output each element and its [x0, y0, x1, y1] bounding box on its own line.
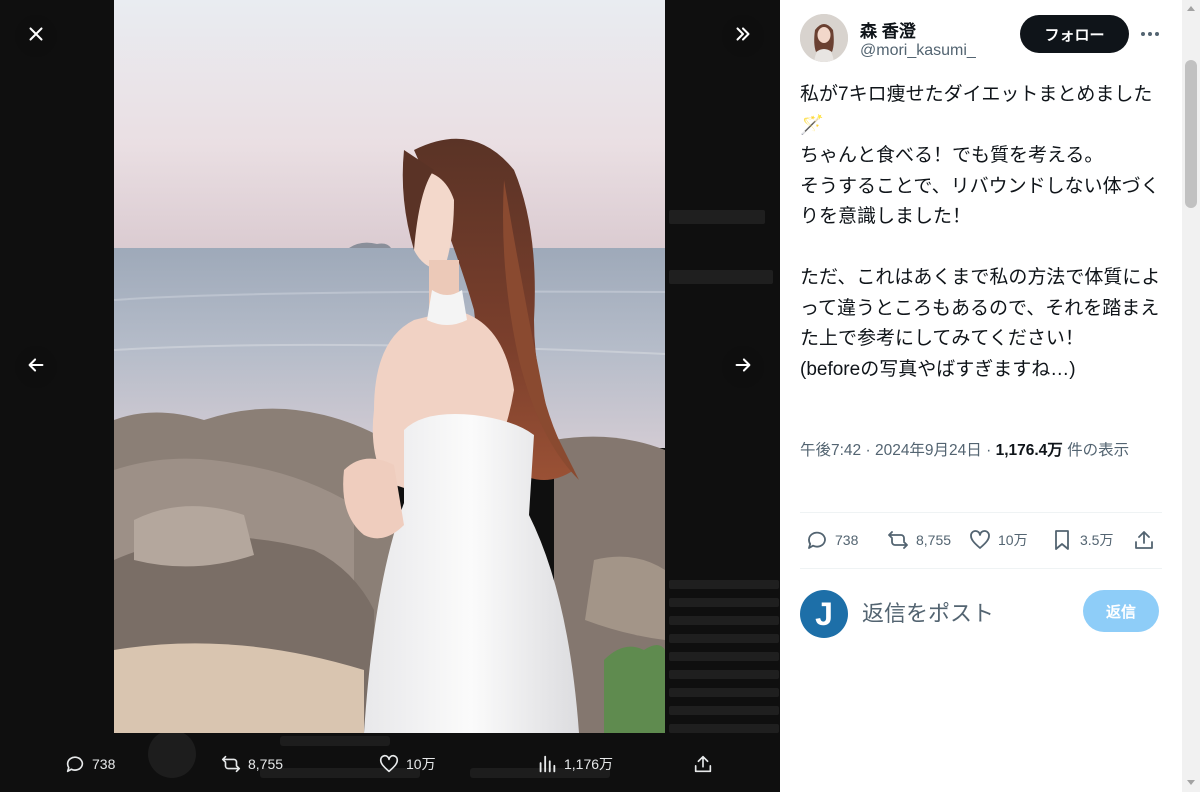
bookmark-button[interactable]: 3.5万: [1050, 526, 1113, 554]
chevron-double-right-icon: [732, 23, 754, 50]
background-tweet-ghost: [665, 180, 780, 740]
next-image-button[interactable]: [722, 346, 764, 388]
divider: [800, 512, 1162, 513]
author-avatar[interactable]: [800, 14, 848, 62]
viewer-reply-button[interactable]: 738: [64, 750, 115, 778]
viewer-action-bar: 738 8,755 10万 1,176万: [0, 742, 780, 786]
tweet-action-bar: 738 8,755 10万 3.5万: [800, 520, 1162, 560]
share-icon: [1135, 531, 1153, 549]
tweet-views-count: 1,176.4万: [995, 442, 1063, 459]
repost-icon: [888, 531, 908, 549]
close-icon: [25, 23, 47, 50]
bookmark-count: 3.5万: [1080, 532, 1114, 548]
author-name[interactable]: 森 香澄: [860, 17, 916, 42]
close-button[interactable]: [15, 15, 57, 57]
repost-icon: [221, 755, 241, 773]
viewer-views-count: 1,176万: [564, 756, 614, 772]
more-dots-icon: [1141, 32, 1159, 36]
viewer-share-button[interactable]: [692, 750, 720, 778]
bookmark-icon: [1055, 530, 1069, 550]
heart-icon: [970, 530, 990, 549]
repost-count: 8,755: [916, 532, 952, 548]
media-viewer: 738 8,755 10万 1,176万: [0, 0, 780, 792]
viewer-like-count: 10万: [406, 756, 436, 772]
like-button[interactable]: 10万: [968, 526, 1028, 554]
previous-image-button[interactable]: [15, 346, 57, 388]
reply-count: 738: [835, 532, 859, 548]
viewer-like-button[interactable]: 10万: [378, 750, 436, 778]
viewer-repost-button[interactable]: 8,755: [220, 750, 283, 778]
share-icon: [694, 755, 712, 773]
reply-input[interactable]: [860, 593, 1084, 635]
reply-button[interactable]: 738: [805, 526, 858, 554]
divider: [800, 568, 1162, 569]
scrollbar-thumb[interactable]: [1185, 60, 1197, 208]
more-options-button[interactable]: [1138, 22, 1162, 46]
views-chart-icon: [539, 755, 556, 773]
scroll-up-arrow-icon[interactable]: [1187, 6, 1195, 11]
tweet-views-label: 件の表示: [1067, 442, 1130, 459]
tweet-text: 私が7キロ痩せたダイエットまとめました🪄 ちゃんと食べる！でも質を考える。 そう…: [800, 84, 1161, 380]
photo-illustration: [114, 0, 665, 733]
toggle-panel-button[interactable]: [722, 15, 764, 57]
heart-icon: [379, 754, 399, 773]
repost-button[interactable]: 8,755: [886, 526, 951, 554]
viewer-views-button[interactable]: 1,176万: [536, 750, 613, 778]
like-count: 10万: [998, 532, 1028, 548]
comment-icon: [808, 531, 826, 549]
share-button[interactable]: [1132, 526, 1162, 554]
tweet-photo[interactable]: [114, 0, 665, 733]
scrollbar[interactable]: [1182, 0, 1200, 792]
comment-icon: [66, 756, 84, 773]
arrow-right-icon: [732, 354, 754, 381]
follow-button[interactable]: フォロー: [1020, 15, 1129, 53]
scroll-down-arrow-icon[interactable]: [1187, 780, 1195, 785]
tweet-date[interactable]: 2024年9月24日: [875, 442, 982, 459]
tweet-time[interactable]: 午後7:42: [800, 442, 861, 459]
reply-user-avatar: J: [800, 590, 848, 638]
tweet-meta: 午後7:42 · 2024年9月24日 · 1,176.4万 件の表示: [800, 442, 1130, 459]
author-handle[interactable]: @mori_kasumi_: [860, 42, 976, 60]
reply-submit-button[interactable]: 返信: [1083, 590, 1159, 632]
arrow-left-icon: [25, 354, 47, 381]
tweet-panel: 森 香澄 @mori_kasumi_ フォロー 私が7キロ痩せたダイエットまとめ…: [780, 0, 1200, 792]
viewer-repost-count: 8,755: [248, 756, 284, 772]
viewer-reply-count: 738: [92, 756, 116, 772]
